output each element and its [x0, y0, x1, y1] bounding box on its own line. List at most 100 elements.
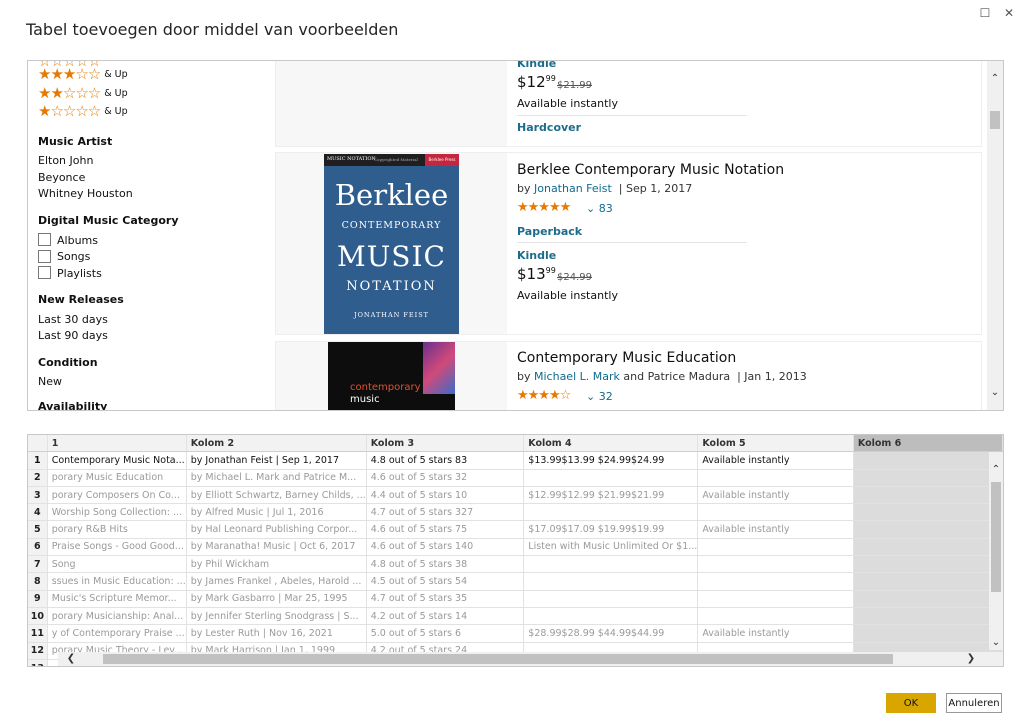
scroll-up-icon[interactable]: ⌃ — [987, 73, 1003, 84]
table-cell[interactable] — [523, 590, 699, 608]
rating-stars-icon[interactable]: ★★★★★ — [517, 200, 571, 215]
table-cell[interactable] — [853, 590, 1003, 608]
table-cell[interactable]: y of Contemporary Praise ... — [47, 624, 187, 643]
table-row[interactable]: 11 y of Contemporary Praise ... by Lester … — [28, 624, 1003, 643]
table-cell[interactable]: 4.6 out of 5 stars 140 — [366, 538, 525, 557]
artist-link[interactable]: Elton John — [38, 154, 93, 167]
row-number[interactable]: 2 — [28, 469, 48, 487]
table-cell[interactable] — [523, 469, 699, 487]
table-cell[interactable]: by Phil Wickham — [186, 555, 367, 574]
table-cell[interactable] — [523, 572, 699, 591]
table-cell[interactable] — [697, 555, 854, 574]
table-cell[interactable]: 4.7 out of 5 stars 327 — [366, 503, 525, 522]
row-number[interactable]: 7 — [28, 555, 48, 574]
rating-count-link[interactable]: ⌄ 32 — [586, 390, 613, 403]
row-number[interactable]: 8 — [28, 572, 48, 591]
table-cell[interactable]: by Maranatha! Music | Oct 6, 2017 — [186, 538, 367, 557]
author-link[interactable]: Michael L. Mark — [534, 370, 620, 383]
close-icon[interactable]: ✕ — [1000, 6, 1018, 20]
table-cell[interactable]: 4.8 out of 5 stars 38 — [366, 555, 525, 574]
table-cell[interactable]: 4.8 out of 5 stars 83 — [366, 451, 525, 470]
table-cell[interactable] — [853, 555, 1003, 574]
table-cell[interactable]: 4.2 out of 5 stars 14 — [366, 607, 525, 626]
artist-link[interactable]: Beyonce — [38, 171, 85, 184]
column-header[interactable]: Kolom 5 — [697, 435, 854, 453]
table-cell[interactable]: Worship Song Collection: ... — [47, 503, 187, 522]
format-paperback-link[interactable]: Paperback — [517, 225, 582, 238]
table-cell[interactable]: 4.4 out of 5 stars 10 — [366, 486, 525, 505]
row-number[interactable]: 5 — [28, 520, 48, 539]
table-row[interactable]: 8 ssues in Music Education: ... by James F… — [28, 572, 1003, 591]
table-cell[interactable]: $28.99$28.99 $44.99$44.99 — [523, 624, 699, 643]
release-filter-link[interactable]: Last 90 days — [38, 329, 108, 342]
table-cell[interactable] — [523, 503, 699, 522]
table-cell[interactable]: Song — [47, 555, 187, 574]
row-number[interactable]: 11 — [28, 624, 48, 643]
table-cell[interactable]: by Hal Leonard Publishing Corpor... — [186, 520, 367, 539]
table-row[interactable]: 1 Contemporary Music Nota... by Jonathan F… — [28, 451, 1003, 470]
scroll-thumb[interactable] — [103, 654, 893, 664]
preview-vertical-scrollbar[interactable]: ⌃ ⌄ — [987, 61, 1003, 410]
table-row[interactable]: 2 porary Music Education by Michael L. Mar… — [28, 469, 1003, 487]
table-cell[interactable] — [697, 538, 854, 557]
table-row[interactable]: 9 Music's Scripture Memor... by Mark Gasba… — [28, 590, 1003, 608]
product-title-link[interactable]: Berklee Contemporary Music Notation — [517, 162, 784, 178]
table-row[interactable]: 3 porary Composers On Co... by Elliott Sch… — [28, 486, 1003, 505]
column-header[interactable]: Kolom 3 — [366, 435, 525, 453]
table-cell[interactable]: porary Music Education — [47, 469, 187, 487]
star-filter-1[interactable]: ★☆☆☆☆ & Up — [38, 102, 128, 120]
table-cell[interactable]: by Lester Ruth | Nov 16, 2021 — [186, 624, 367, 643]
book-cover-berklee[interactable]: MUSIC NOTATION Copyrighted Material Berk… — [324, 154, 459, 334]
maximize-icon[interactable]: ☐ — [976, 6, 994, 20]
product-title-link[interactable]: Contemporary Music Education — [517, 350, 736, 366]
format-kindle-link[interactable]: Kindle — [517, 249, 556, 262]
grid-horizontal-scrollbar[interactable]: ❮ ❯ — [58, 652, 1003, 666]
table-cell[interactable]: ssues in Music Education: ... — [47, 572, 187, 591]
column-header-selected[interactable]: Kolom 6 — [853, 435, 1003, 453]
column-header[interactable]: Kolom 4 — [523, 435, 699, 453]
table-cell[interactable]: porary Musicianship: Anal... — [47, 607, 187, 626]
star-filter-2[interactable]: ★★☆☆☆ & Up — [38, 84, 128, 102]
table-cell[interactable] — [853, 503, 1003, 522]
table-cell[interactable]: $17.09$17.09 $19.99$19.99 — [523, 520, 699, 539]
table-cell[interactable]: Available instantly — [697, 451, 854, 470]
release-filter-link[interactable]: Last 30 days — [38, 313, 108, 326]
table-cell[interactable]: Available instantly — [697, 624, 854, 643]
author-link[interactable]: Jonathan Feist — [534, 182, 612, 195]
table-cell[interactable] — [697, 590, 854, 608]
table-row[interactable]: 5 porary R&B Hits by Hal Leonard Publishin… — [28, 520, 1003, 539]
ok-button[interactable]: OK — [886, 693, 936, 713]
table-cell[interactable] — [853, 572, 1003, 591]
book-cover-contemporary[interactable]: contemporary music — [328, 342, 455, 410]
songs-checkbox[interactable] — [38, 250, 51, 263]
table-row[interactable]: 4 Worship Song Collection: ... by Alfred M… — [28, 503, 1003, 522]
table-cell[interactable]: Available instantly — [697, 520, 854, 539]
cancel-button[interactable]: Annuleren — [946, 693, 1002, 713]
table-cell[interactable]: by Elliott Schwartz, Barney Childs, ... — [186, 486, 367, 505]
table-cell[interactable] — [853, 538, 1003, 557]
table-cell[interactable]: Contemporary Music Nota... — [47, 451, 187, 470]
albums-checkbox[interactable] — [38, 233, 51, 246]
grid-vertical-scrollbar[interactable]: ⌃ ⌄ — [989, 452, 1003, 650]
table-cell[interactable]: $13.99$13.99 $24.99$24.99 — [523, 451, 699, 470]
table-cell[interactable]: 4.5 out of 5 stars 54 — [366, 572, 525, 591]
format-hardcover-link[interactable]: Hardcover — [517, 121, 581, 134]
table-cell[interactable]: 4.6 out of 5 stars 75 — [366, 520, 525, 539]
row-number[interactable]: 3 — [28, 486, 48, 505]
column-header[interactable]: 1 — [47, 435, 187, 453]
table-cell[interactable]: Listen with Music Unlimited Or $1... — [523, 538, 699, 557]
table-cell[interactable]: by Alfred Music | Jul 1, 2016 — [186, 503, 367, 522]
table-cell[interactable]: $12.99$12.99 $21.99$21.99 — [523, 486, 699, 505]
table-cell[interactable] — [523, 555, 699, 574]
table-cell[interactable] — [853, 520, 1003, 539]
table-cell[interactable] — [853, 624, 1003, 643]
table-cell[interactable] — [697, 607, 854, 626]
condition-link[interactable]: New — [38, 375, 62, 388]
table-cell[interactable]: porary Composers On Co... — [47, 486, 187, 505]
table-cell[interactable]: by Jonathan Feist | Sep 1, 2017 — [186, 451, 367, 470]
scroll-down-icon[interactable]: ⌄ — [989, 637, 1003, 648]
table-row[interactable]: 10 porary Musicianship: Anal... by Jennife… — [28, 607, 1003, 626]
table-cell[interactable]: by James Frankel , Abeles, Harold ... — [186, 572, 367, 591]
table-cell[interactable] — [523, 607, 699, 626]
row-number[interactable]: 10 — [28, 607, 48, 626]
